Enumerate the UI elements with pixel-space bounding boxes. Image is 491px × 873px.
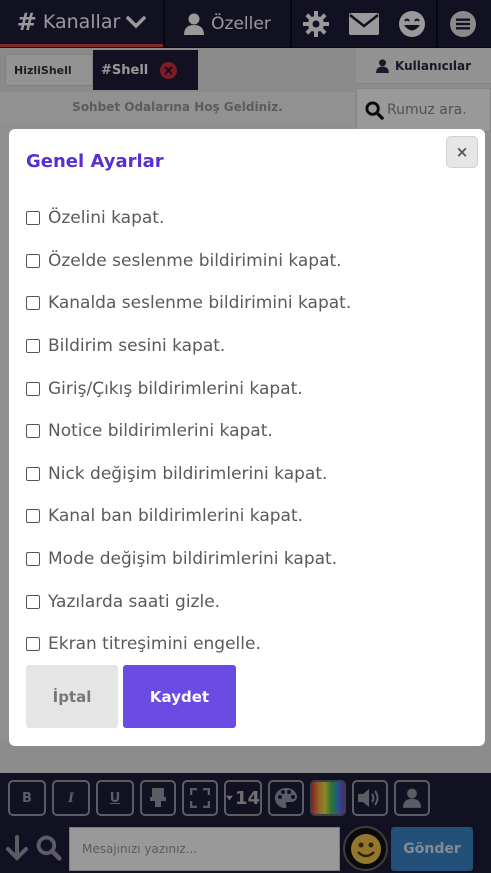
checkbox[interactable]	[26, 509, 40, 524]
checkbox[interactable]	[26, 552, 40, 567]
option-disable-mode-change[interactable]: Mode değişim bildirimlerini kapat.	[26, 538, 466, 581]
option-disable-private-mention[interactable]: Özelde seslenme bildirimini kapat.	[26, 240, 466, 283]
option-label: Özelini kapat.	[48, 208, 165, 229]
option-label: Özelde seslenme bildirimini kapat.	[48, 250, 342, 271]
checkbox[interactable]	[26, 211, 40, 226]
option-label: Nick değişim bildirimlerini kapat.	[48, 463, 328, 484]
option-disable-channel-mention[interactable]: Kanalda seslenme bildirimini kapat.	[26, 282, 466, 325]
checkbox[interactable]	[26, 381, 40, 396]
option-label: Kanal ban bildirimlerini kapat.	[48, 506, 304, 527]
option-disable-notice[interactable]: Notice bildirimlerini kapat.	[26, 410, 466, 453]
close-modal-button[interactable]: ×	[446, 136, 478, 168]
option-disable-nick-change[interactable]: Nick değişim bildirimlerini kapat.	[26, 453, 466, 496]
checkbox[interactable]	[26, 637, 40, 652]
option-disable-private[interactable]: Özelini kapat.	[26, 197, 466, 240]
checkbox[interactable]	[26, 424, 40, 439]
checkbox[interactable]	[26, 253, 40, 268]
general-settings-modal: × Genel Ayarlar Özelini kapat. Özelde se…	[9, 129, 485, 746]
save-button[interactable]: Kaydet	[123, 665, 236, 728]
checkbox[interactable]	[26, 594, 40, 609]
cancel-button[interactable]: İptal	[26, 665, 118, 728]
modal-title: Genel Ayarlar	[26, 151, 164, 172]
option-label: Notice bildirimlerini kapat.	[48, 421, 273, 442]
option-block-screen-shake[interactable]: Ekran titreşimini engelle.	[26, 623, 466, 666]
option-label: Giriş/Çıkış bildirimlerini kapat.	[48, 378, 303, 399]
option-label: Mode değişim bildirimlerini kapat.	[48, 549, 338, 570]
option-disable-notification-sound[interactable]: Bildirim sesini kapat.	[26, 325, 466, 368]
option-label: Kanalda seslenme bildirimini kapat.	[48, 293, 352, 314]
checkbox[interactable]	[26, 296, 40, 311]
option-label: Bildirim sesini kapat.	[48, 336, 226, 357]
checkbox[interactable]	[26, 339, 40, 354]
option-label: Yazılarda saati gizle.	[48, 591, 221, 612]
option-hide-timestamps[interactable]: Yazılarda saati gizle.	[26, 580, 466, 623]
checkbox[interactable]	[26, 466, 40, 481]
option-disable-join-part[interactable]: Giriş/Çıkış bildirimlerini kapat.	[26, 367, 466, 410]
option-label: Ekran titreşimini engelle.	[48, 634, 261, 655]
settings-options: Özelini kapat. Özelde seslenme bildirimi…	[26, 197, 466, 666]
option-disable-channel-ban[interactable]: Kanal ban bildirimlerini kapat.	[26, 495, 466, 538]
